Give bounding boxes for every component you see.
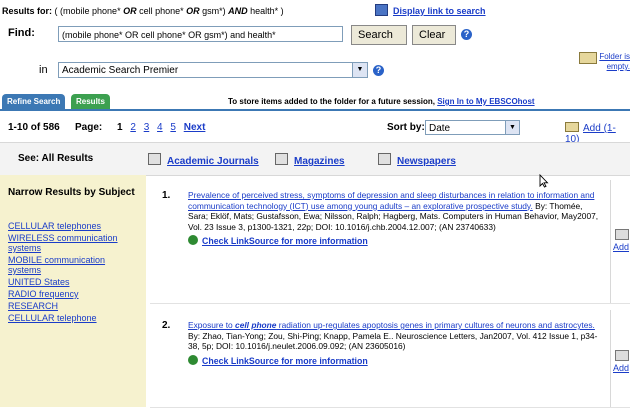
subject-link[interactable]: CELLULAR telephone	[8, 313, 140, 323]
add-to-folder[interactable]: Add	[610, 310, 630, 407]
see-all-results[interactable]: See: All Results	[18, 153, 93, 164]
clear-button[interactable]: Clear	[412, 25, 456, 45]
folder-icon	[615, 350, 629, 361]
mouse-cursor-icon	[539, 174, 549, 188]
linksource-label[interactable]: Check LinkSource for more information	[202, 236, 368, 246]
result-details: By: Zhao, Tian-Yong; Zou, Shi-Ping; Knap…	[188, 330, 598, 352]
store-message-text: To store items added to the folder for a…	[228, 97, 438, 106]
pagination: 1 2 3 4 5 Next	[117, 122, 210, 133]
result-number: 2.	[162, 320, 171, 331]
subject-link[interactable]: RADIO frequency	[8, 289, 140, 299]
linksource-icon	[188, 354, 198, 365]
folder-status[interactable]: Folder is empty.	[579, 50, 630, 80]
search-button[interactable]: Search	[351, 25, 407, 45]
sort-label: Sort by:	[387, 122, 425, 133]
display-link-to-search[interactable]: Display link to search	[375, 4, 486, 18]
pager-row: 1-10 of 586 Page: 1 2 3 4 5 Next Sort by…	[0, 116, 630, 145]
narrow-results-sidebar: Narrow Results by Subject CELLULAR telep…	[0, 175, 146, 407]
subject-link[interactable]: UNITED States	[8, 277, 140, 287]
academic-journals-link[interactable]: Academic Journals	[148, 153, 259, 167]
result-item: 2. Exposure to cell phone radiation up-r…	[150, 310, 630, 408]
in-label: in	[39, 64, 48, 76]
result-item: 1. Prevalence of perceived stress, sympt…	[150, 180, 630, 304]
magazines-label[interactable]: Magazines	[294, 156, 345, 167]
add-to-folder[interactable]: Add	[610, 180, 630, 303]
result-count: 1-10 of 586	[8, 122, 60, 133]
database-row: in Academic Search Premier ▼ ?	[2, 61, 562, 81]
page-link[interactable]: 4	[157, 122, 163, 133]
linksource-label[interactable]: Check LinkSource for more information	[202, 356, 368, 366]
result-title-link[interactable]: Exposure to cell phone radiation up-regu…	[188, 320, 595, 330]
results-for-query: ( (mobile phone* OR cell phone* OR gsm*)…	[54, 6, 284, 16]
tab-refine-search[interactable]: Refine Search	[2, 94, 66, 109]
newspapers-link[interactable]: Newspapers	[378, 153, 456, 167]
page-label: Page:	[75, 122, 103, 133]
folder-icon	[615, 229, 629, 240]
subject-link[interactable]: MOBILE communication systems	[8, 255, 140, 275]
sort-value: Date	[429, 123, 451, 134]
narrow-results-heading: Narrow Results by Subject	[8, 187, 135, 198]
find-row: Find: (mobile phone* OR cell phone* OR g…	[2, 24, 628, 46]
add-link[interactable]: Add	[613, 242, 629, 252]
journal-icon	[148, 153, 161, 165]
store-message: To store items added to the folder for a…	[228, 95, 535, 108]
display-link-label[interactable]: Display link to search	[393, 6, 486, 16]
newspaper-icon	[378, 153, 391, 165]
results-for-label: Results for:	[2, 6, 53, 16]
sign-in-link[interactable]: Sign In to My EBSCOhost	[437, 97, 534, 106]
folder-line2: empty.	[606, 62, 630, 71]
academic-journals-label[interactable]: Academic Journals	[167, 156, 259, 167]
result-text: Prevalence of perceived stress, symptoms…	[188, 190, 600, 247]
tab-bar: Refine Search Results To store items add…	[0, 93, 630, 111]
folder-line1: Folder is	[599, 52, 630, 61]
tab-results[interactable]: Results	[71, 94, 110, 109]
folder-icon	[579, 52, 597, 64]
chevron-down-icon[interactable]: ▼	[505, 121, 519, 134]
search-input[interactable]: (mobile phone* OR cell phone* OR gsm*) a…	[58, 26, 343, 42]
publication-type-bar: See: All Results Academic Journals Magaz…	[0, 142, 630, 176]
linksource-link[interactable]: Check LinkSource for more information	[188, 354, 600, 367]
link-icon	[375, 4, 388, 16]
page-link[interactable]: 2	[130, 122, 136, 133]
database-select[interactable]: Academic Search Premier ▼	[58, 62, 368, 78]
page-link[interactable]: 5	[170, 122, 176, 133]
folder-icon	[565, 122, 579, 132]
linksource-link[interactable]: Check LinkSource for more information	[188, 235, 600, 247]
database-value: Academic Search Premier	[62, 65, 179, 76]
subject-link[interactable]: RESEARCH	[8, 301, 140, 311]
chevron-down-icon[interactable]: ▼	[352, 63, 367, 77]
help-icon[interactable]: ?	[373, 65, 384, 76]
next-page-link[interactable]: Next	[184, 122, 206, 133]
result-text: Exposure to cell phone radiation up-regu…	[188, 320, 600, 366]
page-link[interactable]: 3	[144, 122, 150, 133]
result-number: 1.	[162, 190, 171, 201]
find-label: Find:	[8, 27, 35, 39]
add-link[interactable]: Add	[613, 363, 629, 373]
magazines-link[interactable]: Magazines	[275, 153, 345, 167]
newspapers-label[interactable]: Newspapers	[397, 156, 456, 167]
page-current: 1	[117, 122, 123, 133]
sort-select[interactable]: Date ▼	[425, 120, 520, 135]
results-for-line: Results for: ( (mobile phone* OR cell ph…	[2, 2, 628, 20]
subject-link[interactable]: CELLULAR telephones	[8, 221, 140, 231]
linksource-icon	[188, 235, 198, 245]
help-icon[interactable]: ?	[461, 29, 472, 40]
subject-list: CELLULAR telephones WIRELESS communicati…	[8, 221, 140, 325]
subject-link[interactable]: WIRELESS communication systems	[8, 233, 140, 253]
magazine-icon	[275, 153, 288, 165]
